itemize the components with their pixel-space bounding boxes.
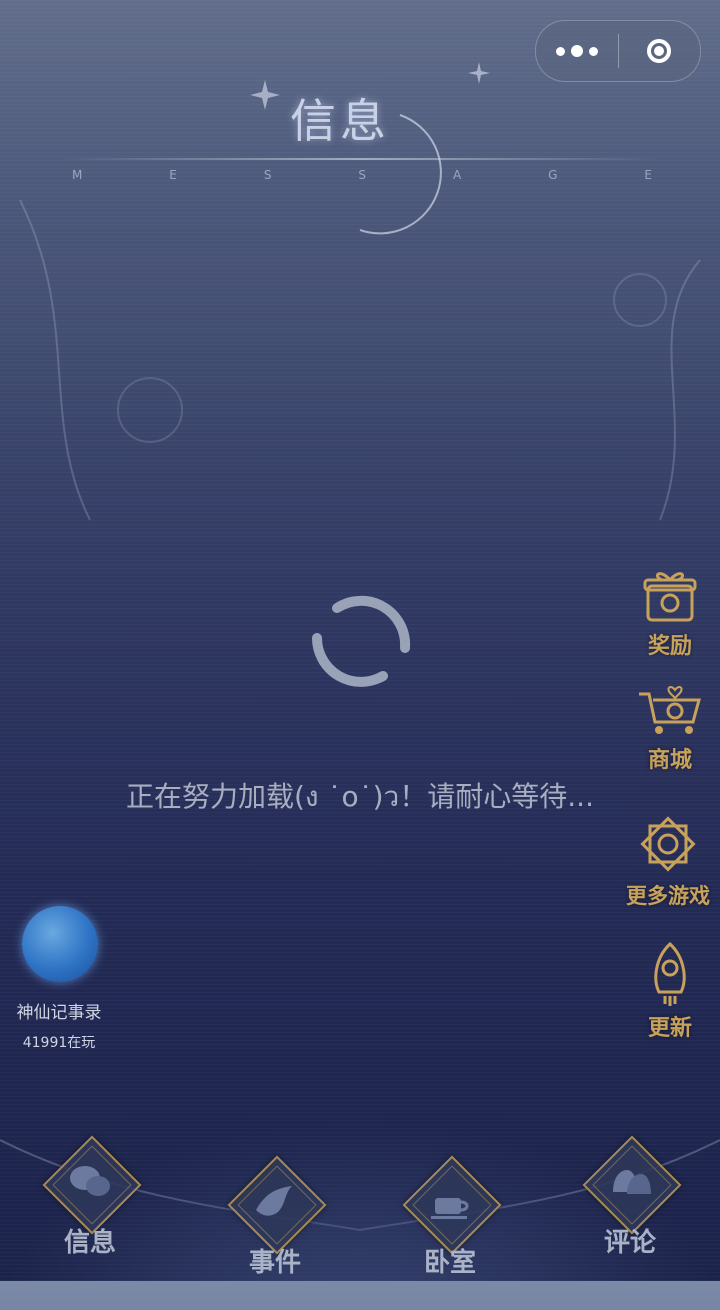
star-badge-icon (640, 816, 696, 872)
tab-label: 事件 (248, 1248, 301, 1278)
dove-icon (220, 1182, 330, 1231)
rocket-icon (654, 941, 686, 1006)
tab-messages[interactable]: 信息 (35, 1135, 145, 1290)
shopping-cart-icon (639, 686, 701, 734)
side-item-rewards[interactable]: 奖励 (615, 568, 720, 660)
mini-app-name[interactable]: 神仙记事录 (0, 998, 118, 1023)
side-item-label: 更新 (647, 1015, 692, 1041)
mini-app-player-count: 41991在玩 (22, 1035, 96, 1051)
loading-spinner-icon (312, 595, 411, 687)
chat-bubbles-icon (35, 1162, 145, 1211)
tab-events[interactable]: 事件 (220, 1155, 330, 1310)
coffee-cup-icon (395, 1182, 505, 1231)
mini-app-avatar[interactable] (22, 906, 98, 982)
side-item-label: 商城 (647, 747, 692, 773)
tab-label: 卧室 (423, 1248, 476, 1278)
tab-label: 信息 (63, 1228, 116, 1258)
side-item-update[interactable]: 更新 (615, 940, 720, 1042)
gift-box-icon (643, 572, 697, 622)
loading-message: 正在努力加载(ง ˙o˙)ว！请耐心等待... (126, 780, 594, 813)
tab-comments[interactable]: 评论 (575, 1135, 685, 1290)
page-title: 信息 (290, 94, 390, 148)
side-item-shop[interactable]: 商城 (615, 682, 720, 774)
sparkle-icon (250, 80, 280, 110)
side-item-label: 更多游戏 (626, 883, 710, 908)
bells-icon (575, 1162, 685, 1211)
tab-label: 评论 (603, 1228, 656, 1258)
title-divider (60, 158, 660, 160)
side-item-more-games[interactable]: 更多游戏 (613, 812, 720, 910)
page-subtitle: M E S S A G E (72, 168, 652, 182)
tab-bedroom[interactable]: 卧室 (395, 1155, 505, 1310)
sparkle-icon (468, 62, 490, 84)
side-item-label: 奖励 (647, 633, 692, 659)
